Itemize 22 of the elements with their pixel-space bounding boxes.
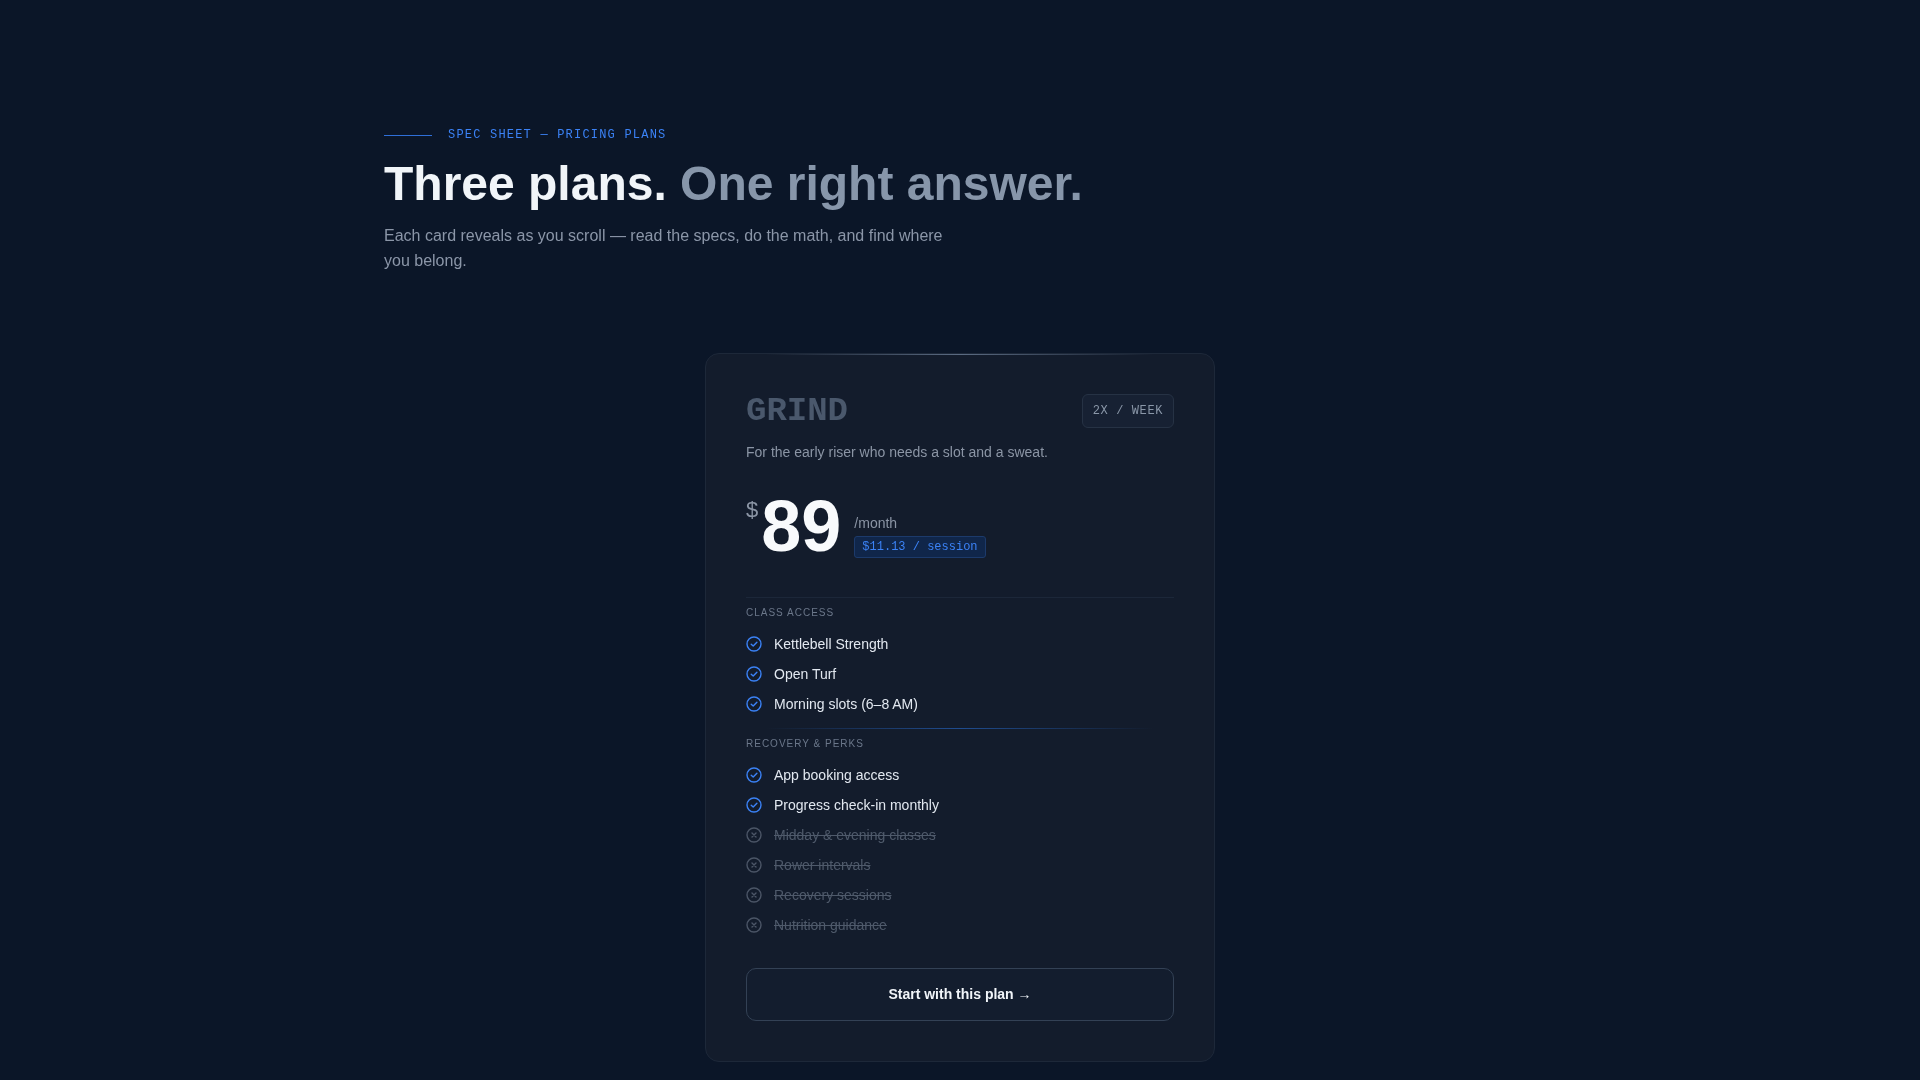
per-session-badge: $11.13 / session [854,536,986,558]
section-label: CLASS ACCESS [746,606,835,620]
start-plan-button[interactable]: Start with this plan → [746,968,1174,1021]
feature-label: Rower intervals [774,856,871,875]
section-label: RECOVERY & PERKS [746,737,864,751]
frequency-badge: 2X / WEEK [1081,394,1174,428]
headline: Three plans. One right answer. [384,160,1083,208]
plan-name: GRIND [746,394,849,428]
feature-label: Recovery sessions [774,886,892,905]
feature-label: Progress check-in monthly [774,796,939,815]
feature-label: App booking access [774,766,900,785]
feature-label: Kettlebell Strength [774,635,889,654]
price-amount: 89 [761,490,842,562]
feature-label: Midday & evening classes [774,826,936,845]
feature-label: Nutrition guidance [774,916,887,935]
billing-period: /month [854,515,898,531]
feature-label: Morning slots (6–8 AM) [774,695,918,714]
currency-symbol: $ [746,499,759,521]
feature-label: Open Turf [774,665,837,684]
intro-text: Each card reveals as you scroll — read the specs, do the math, and find where you belong. [384,226,944,271]
eyebrow-label: SPEC SHEET — PRICING PLANS [448,127,667,143]
plan-description: For the early riser who needs a slot and a sweat. [746,443,1049,462]
